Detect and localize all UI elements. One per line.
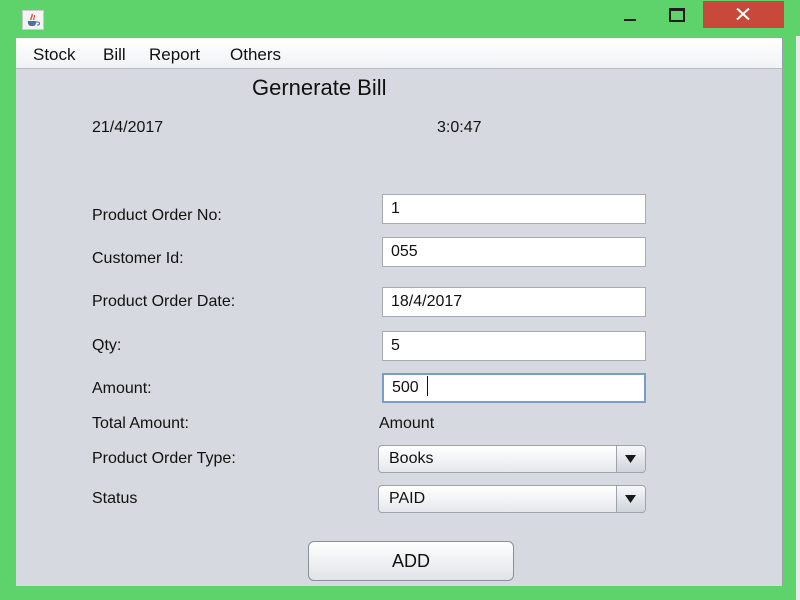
chevron-down-icon — [625, 495, 636, 503]
maximize-icon[interactable] — [666, 6, 688, 24]
qty-label: Qty: — [92, 337, 122, 354]
status-label: Status — [92, 490, 138, 507]
app-window: Stock Bill Report Others Gernerate Bill … — [0, 0, 800, 600]
menu-stock[interactable]: Stock — [33, 45, 76, 65]
product-order-no-field[interactable] — [382, 194, 646, 224]
menu-bar: Stock Bill Report Others — [16, 38, 782, 69]
product-order-no-label: Product Order No: — [92, 207, 222, 224]
amount-label: Amount: — [92, 380, 152, 397]
menu-others[interactable]: Others — [230, 45, 281, 65]
form-title: Gernerate Bill — [252, 75, 387, 100]
status-select[interactable]: PAID — [378, 485, 646, 513]
current-date: 21/4/2017 — [92, 119, 164, 136]
java-cup-icon[interactable] — [22, 10, 44, 30]
add-button[interactable]: ADD — [308, 541, 514, 581]
product-order-date-label: Product Order Date: — [92, 293, 236, 310]
close-icon — [736, 8, 750, 20]
product-order-type-dropdown-button[interactable] — [616, 446, 645, 472]
customer-id-label: Customer Id: — [92, 250, 184, 267]
qty-field[interactable] — [382, 331, 646, 361]
product-order-type-select[interactable]: Books — [378, 445, 646, 473]
product-order-type-label: Product Order Type: — [92, 450, 236, 467]
close-button[interactable] — [703, 1, 784, 28]
window-right-edge — [784, 0, 800, 600]
current-time: 3:0:47 — [437, 119, 482, 136]
menu-report[interactable]: Report — [149, 45, 200, 65]
customer-id-field[interactable] — [382, 237, 646, 267]
menu-bill[interactable]: Bill — [103, 45, 126, 65]
content-panel: Stock Bill Report Others Gernerate Bill … — [16, 38, 783, 586]
status-value: PAID — [389, 490, 426, 507]
status-dropdown-button[interactable] — [616, 486, 645, 512]
title-bar[interactable] — [0, 0, 800, 36]
product-order-date-field[interactable] — [382, 287, 646, 317]
chevron-down-icon — [625, 455, 636, 463]
minimize-icon[interactable] — [622, 8, 638, 24]
text-caret — [427, 376, 428, 396]
product-order-type-value: Books — [389, 450, 434, 467]
amount-field[interactable] — [382, 373, 646, 403]
total-amount-value: Amount — [379, 415, 435, 432]
total-amount-label: Total Amount: — [92, 415, 189, 432]
